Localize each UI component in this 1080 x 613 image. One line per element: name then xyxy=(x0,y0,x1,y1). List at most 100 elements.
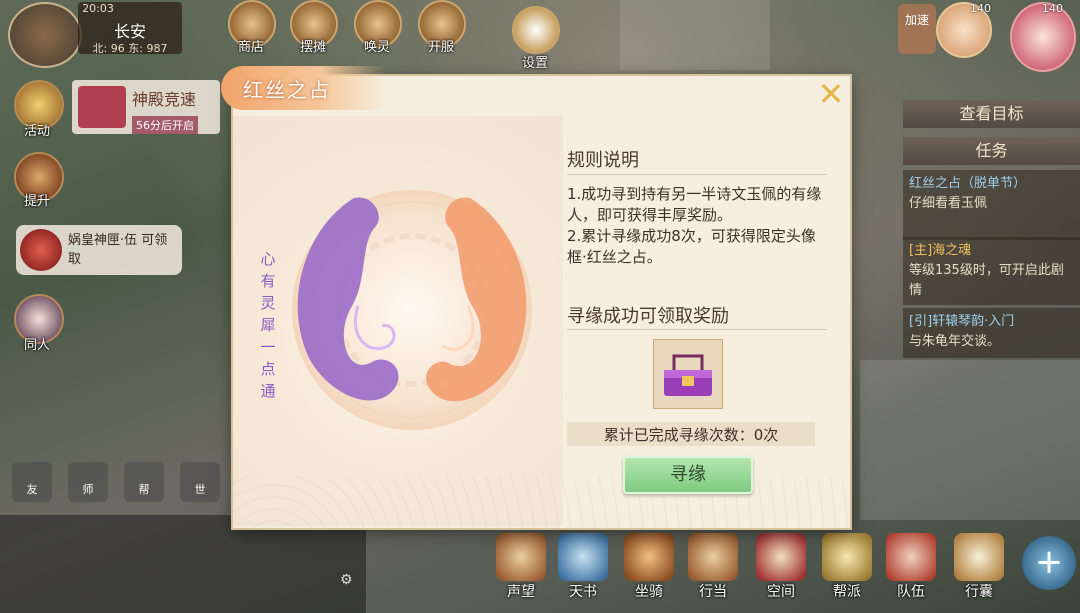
seek-count-text: 累计已完成寻缘次数：0次 xyxy=(603,426,779,444)
clock-time: 20:03 xyxy=(82,2,114,15)
task-desc: 与朱龟年交谈。 xyxy=(909,334,1001,349)
improve-label: 提升 xyxy=(23,194,50,209)
chat-guild-voice-button[interactable]: 帮 xyxy=(124,462,164,502)
heavenly-book-label: 天书 xyxy=(569,584,597,600)
vertical-poem: 心有灵犀一点通 xyxy=(260,250,276,400)
activity-label: 活动 xyxy=(23,124,50,139)
task-item-2[interactable]: [主]海之魂 等级135级时，可开启此剧情 xyxy=(903,237,1080,305)
guild-label: 帮派 xyxy=(833,584,861,600)
bag-button[interactable]: 行囊 xyxy=(954,533,1004,600)
gear-icon xyxy=(512,6,560,54)
chat-log[interactable] xyxy=(0,515,366,613)
rules-divider xyxy=(567,174,827,175)
microphone-icon: 世 xyxy=(180,462,220,502)
event-title: 神殿竞速 xyxy=(132,90,197,109)
fan-art-label: 同人 xyxy=(23,338,50,353)
server-open-button[interactable]: 开服 xyxy=(418,0,466,55)
settings-label: 设置 xyxy=(521,56,548,71)
bag-label: 行囊 xyxy=(965,584,993,600)
stall-label: 摆摊 xyxy=(299,40,326,55)
task-desc: 等级135级时，可开启此剧情 xyxy=(909,263,1064,298)
chat-world-voice-button[interactable]: 世 xyxy=(180,462,220,502)
improve-button[interactable]: 提升 xyxy=(14,152,64,209)
reward-title: 寻缘成功可领取奖励 xyxy=(567,306,729,327)
scene-stairs xyxy=(620,0,770,70)
summon-label: 唤灵 xyxy=(363,40,390,55)
temple-race-icon xyxy=(78,86,126,128)
pet-level-badge: 140 xyxy=(970,2,991,15)
task-title: 红丝之占（脱单节） xyxy=(909,176,1027,191)
book-icon xyxy=(558,533,608,581)
player-level-badge: 140 xyxy=(1042,2,1063,15)
mount-label: 坐骑 xyxy=(635,584,663,600)
rule-1: 1.成功寻到持有另一半诗文玉佩的有缘人，即可获得丰厚奖励。 xyxy=(567,185,822,224)
reputation-button[interactable]: 声望 xyxy=(496,533,546,600)
seek-fate-button[interactable]: 寻缘 xyxy=(623,456,753,494)
profession-label: 行当 xyxy=(699,584,727,600)
view-target-label: 查看目标 xyxy=(959,104,1024,123)
dialog-title: 红丝之占 xyxy=(243,78,331,102)
shop-label: 商店 xyxy=(237,40,264,55)
activity-button[interactable]: 活动 xyxy=(14,80,64,139)
guild-button[interactable]: 帮派 xyxy=(822,533,872,600)
event-countdown: 56分后开启 xyxy=(132,116,198,134)
tasks-tab[interactable]: 任务 xyxy=(903,137,1080,165)
profession-button[interactable]: 行当 xyxy=(688,533,738,600)
location-name: 长安 xyxy=(113,22,146,41)
guild-icon xyxy=(822,533,872,581)
dialog-title-tab: 红丝之占 xyxy=(221,66,386,110)
expand-menu-button[interactable]: + xyxy=(1022,536,1076,590)
chest-banner[interactable]: 娲皇神匣·伍 可领取 xyxy=(16,225,182,275)
lute-icon xyxy=(688,533,738,581)
event-banner[interactable]: 神殿竞速 56分后开启 xyxy=(72,80,220,134)
settings-button[interactable]: 设置 xyxy=(512,6,560,71)
minimap[interactable] xyxy=(8,2,82,68)
task-title: [引]轩辕琴韵·入门 xyxy=(909,314,1015,329)
rules-title: 规则说明 xyxy=(567,150,639,171)
reputation-icon xyxy=(496,533,546,581)
shop-button[interactable]: 商店 xyxy=(228,0,276,55)
chat-master-button[interactable]: 师 xyxy=(68,462,108,502)
treasure-box-icon xyxy=(664,354,712,396)
red-thread-dialog: 红丝之占 ✕ 心有灵犀一点通 规则说明 1.成功寻到持有另一半诗文玉佩的有缘人，… xyxy=(221,66,850,528)
task-desc: 仔细看看玉佩 xyxy=(909,196,988,211)
wave-pattern-footer xyxy=(233,476,850,528)
task-item-3[interactable]: [引]轩辕琴韵·入门 与朱龟年交谈。 xyxy=(903,308,1080,358)
location-box: 20:03 长安 北: 96 东: 987 xyxy=(78,2,182,55)
tasks-tab-label: 任务 xyxy=(975,141,1008,160)
chest-text: 娲皇神匣·伍 可领取 xyxy=(68,233,168,267)
view-target-button[interactable]: 查看目标 xyxy=(903,100,1080,128)
fan-art-button[interactable]: 同人 xyxy=(14,294,64,353)
seek-count-box: 累计已完成寻缘次数：0次 xyxy=(567,422,815,446)
flag-icon xyxy=(886,533,936,581)
reputation-label: 声望 xyxy=(507,584,535,600)
scene-courtyard xyxy=(860,360,1080,520)
space-button[interactable]: 空间 xyxy=(756,533,806,600)
close-button[interactable]: ✕ xyxy=(817,78,845,110)
reward-divider xyxy=(567,329,827,330)
summon-button[interactable]: 唤灵 xyxy=(354,0,402,55)
task-title: [主]海之魂 xyxy=(909,243,972,258)
chat-friend-button[interactable]: 友 xyxy=(12,462,52,502)
bag-icon xyxy=(954,533,1004,581)
heavenly-book-button[interactable]: 天书 xyxy=(558,533,608,600)
task-panel: 查看目标 任务 红丝之占（脱单节） 仔细看看玉佩 [主]海之魂 等级135级时，… xyxy=(903,100,1080,360)
chat-settings-icon[interactable]: ⚙ xyxy=(340,572,353,588)
microphone-icon: 帮 xyxy=(124,462,164,502)
chest-icon xyxy=(20,229,62,271)
team-button[interactable]: 队伍 xyxy=(886,533,936,600)
rule-2: 2.累计寻缘成功8次，可获得限定头像框·红丝之占。 xyxy=(567,227,816,266)
team-label: 队伍 xyxy=(897,584,925,600)
master-icon: 师 xyxy=(68,462,108,502)
speedup-button[interactable]: 加速 xyxy=(898,4,936,54)
server-open-label: 开服 xyxy=(427,40,454,55)
task-item-1[interactable]: 红丝之占（脱单节） 仔细看看玉佩 xyxy=(903,170,1080,240)
stall-button[interactable]: 摆摊 xyxy=(290,0,338,55)
friend-icon: 友 xyxy=(12,462,52,502)
rules-text: 1.成功寻到持有另一半诗文玉佩的有缘人，即可获得丰厚奖励。 2.累计寻缘成功8次… xyxy=(567,184,827,268)
reward-item-slot[interactable] xyxy=(653,339,723,409)
koi-emblem xyxy=(292,190,532,430)
space-label: 空间 xyxy=(767,584,795,600)
horse-icon xyxy=(624,533,674,581)
mount-button[interactable]: 坐骑 xyxy=(624,533,674,600)
